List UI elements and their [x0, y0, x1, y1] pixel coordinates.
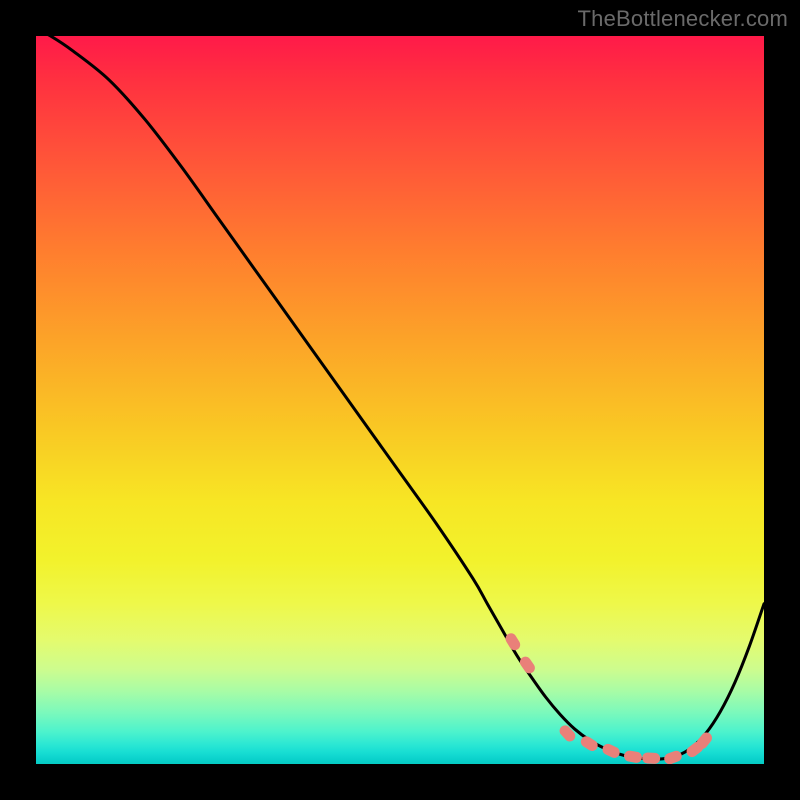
highlight-dot: [623, 750, 643, 764]
highlight-dot: [663, 749, 684, 764]
bottleneck-curve: [36, 36, 764, 759]
chart-svg: [36, 36, 764, 764]
plot-area: [36, 36, 764, 764]
watermark-text: TheBottlenecker.com: [578, 6, 788, 32]
highlight-dot: [601, 742, 622, 760]
chart-frame: TheBottlenecker.com: [0, 0, 800, 800]
highlight-dot: [579, 734, 600, 753]
highlight-dot: [518, 654, 537, 675]
highlight-dots-group: [503, 631, 714, 764]
highlight-dot: [557, 723, 577, 744]
highlight-dot: [642, 752, 661, 764]
